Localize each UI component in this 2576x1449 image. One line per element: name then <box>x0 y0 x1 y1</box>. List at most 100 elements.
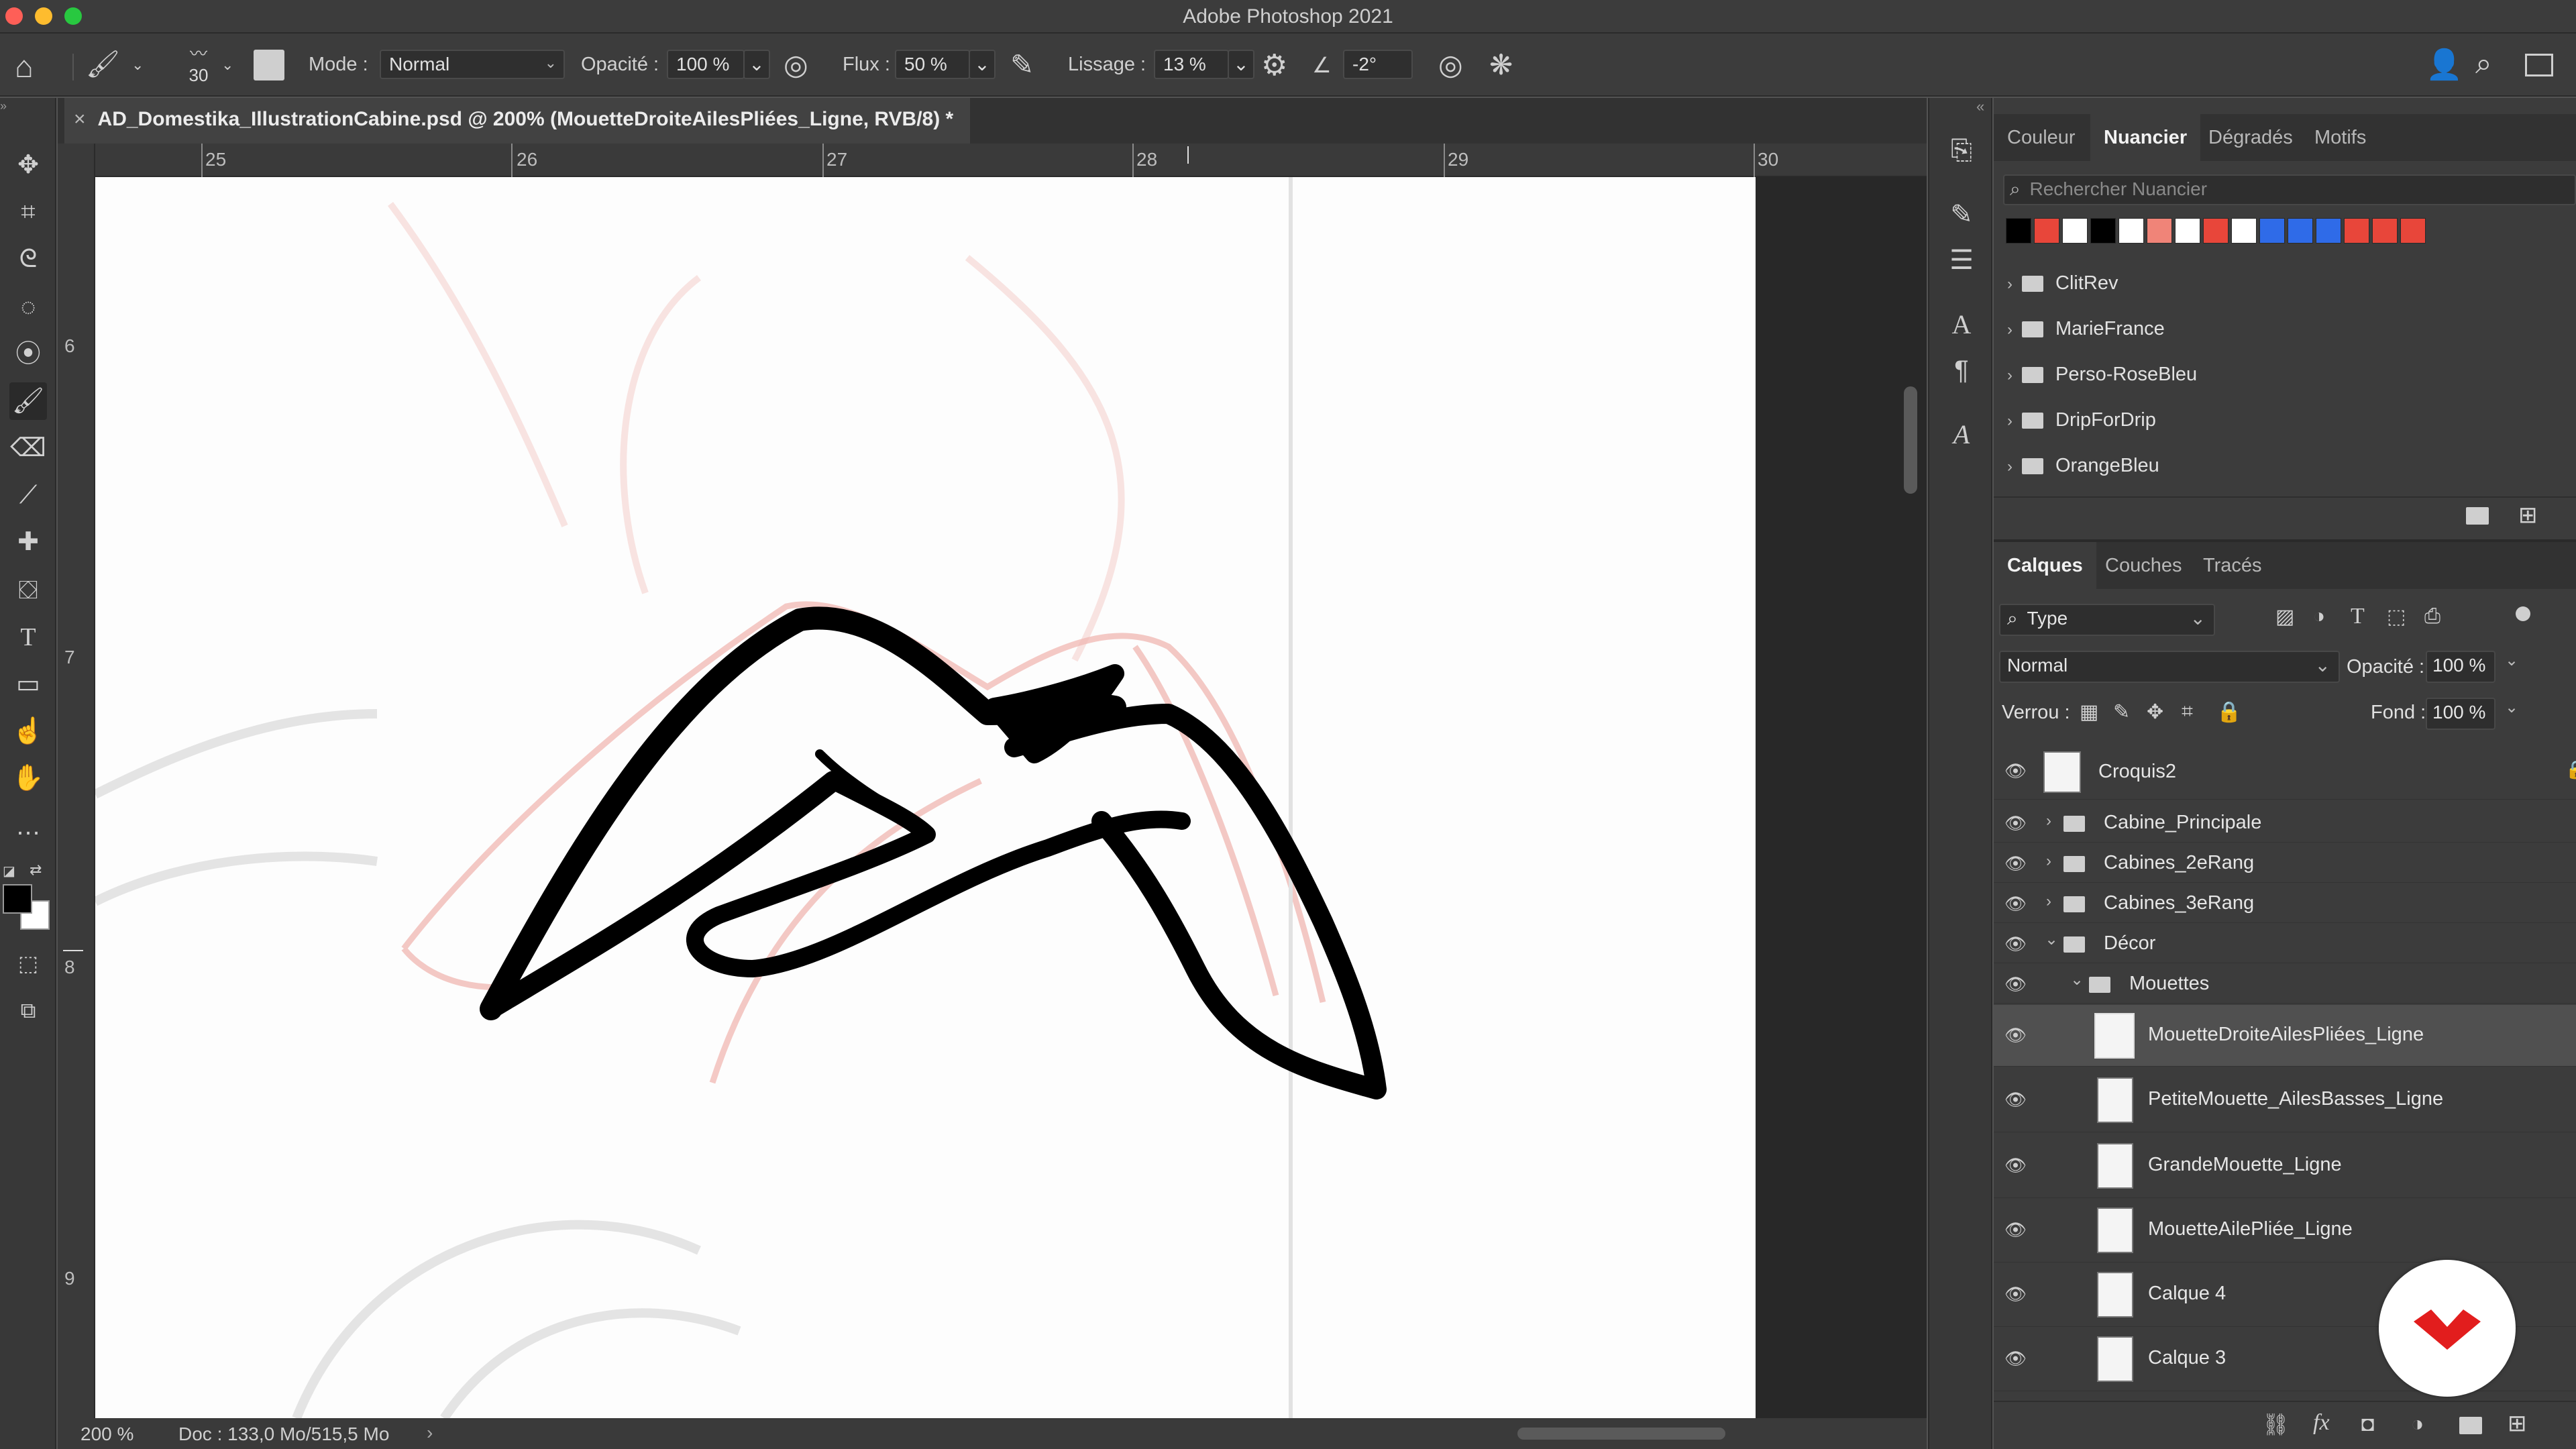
eraser-tool-icon[interactable]: ⌫ <box>9 429 47 467</box>
brush-tool-icon[interactable]: 🖌 <box>86 48 120 80</box>
glyphs-icon[interactable]: A <box>1944 417 1979 452</box>
layer-opacity-input[interactable]: 100 % <box>2426 651 2496 683</box>
filter-shape-icon[interactable]: ⬚ <box>2387 605 2406 629</box>
filter-type-icon[interactable]: T <box>2351 604 2365 629</box>
airbrush-icon[interactable]: ✎ <box>1010 48 1034 81</box>
search-icon[interactable]: ⌕ <box>2475 47 2492 80</box>
workspace-icon[interactable] <box>2525 54 2553 76</box>
swatch[interactable] <box>2034 218 2059 244</box>
chevron-right-icon[interactable]: › <box>2007 366 2012 384</box>
eye-icon[interactable]: 👁 <box>2004 1155 2027 1176</box>
layer-group-row[interactable]: 👁 › Cabines_2eRang <box>1994 844 2576 883</box>
layer-row[interactable]: 👁 Croquis2 🔒 <box>1994 745 2576 800</box>
chevron-down-icon[interactable]: ⌄ <box>131 56 144 74</box>
swatch[interactable] <box>2316 218 2341 244</box>
ruler-horizontal[interactable]: 25 26 27 28 29 30 <box>95 144 1927 177</box>
chevron-right-icon[interactable]: › <box>2046 892 2051 911</box>
layer-group-row[interactable]: 👁 ⌄ Décor <box>1994 924 2576 963</box>
chevron-down-icon[interactable]: ⌄ <box>2505 651 2518 670</box>
share-user-icon[interactable]: 👤 <box>2426 47 2463 82</box>
link-layers-icon[interactable]: ⛓ <box>2262 1411 2290 1437</box>
elliptical-marquee-icon[interactable]: ◌ <box>9 288 47 326</box>
lock-pixels-icon[interactable]: ✎ <box>2113 700 2130 724</box>
symmetry-icon[interactable]: ❋ <box>1489 48 1513 81</box>
filter-smart-object-icon[interactable]: ⎙ <box>2424 605 2440 628</box>
layer-row[interactable]: 👁 PetiteMouette_AilesBasses_Ligne <box>1994 1068 2576 1132</box>
lock-transparent-icon[interactable]: ▦ <box>2080 700 2098 724</box>
swatch[interactable] <box>2062 218 2088 244</box>
swatch[interactable] <box>2006 218 2031 244</box>
swatch-group[interactable]: › MarieFrance <box>1994 306 2576 352</box>
type-tool-icon[interactable]: T <box>9 619 47 656</box>
brush-settings-panel-icon[interactable] <box>254 50 284 80</box>
move-tool-icon[interactable]: ✥ <box>9 146 47 184</box>
flow-input[interactable]: 50 % <box>895 50 970 79</box>
filter-toggle[interactable] <box>2516 606 2530 621</box>
new-group-folder-icon[interactable] <box>2466 507 2489 525</box>
document-size-info[interactable]: Doc : 133,0 Mo/515,5 Mo <box>178 1424 389 1445</box>
brush-settings-icon[interactable]: ✎ <box>1944 197 1979 232</box>
layer-row-selected[interactable]: 👁 MouetteDroiteAilesPliées_Ligne <box>1994 1005 2576 1067</box>
tab-calques[interactable]: Calques <box>1994 542 2096 589</box>
chevron-right-icon[interactable]: › <box>2046 852 2051 871</box>
lock-all-icon[interactable]: 🔒 <box>2216 700 2241 724</box>
blend-mode-dropdown[interactable]: Normal ⌄ <box>1999 651 2340 683</box>
smudge-tool-icon[interactable]: ☝ <box>9 712 47 750</box>
layer-row[interactable]: 👁 GrandeMouette_Ligne <box>1994 1134 2576 1198</box>
pressure-opacity-icon[interactable]: ◎ <box>784 48 808 81</box>
ruler-vertical[interactable]: 6 7 8 9 <box>58 144 95 1418</box>
tab-couches[interactable]: Couches <box>2092 542 2195 589</box>
foreground-color-swatch[interactable] <box>3 884 32 914</box>
more-tools-icon[interactable]: … <box>9 808 47 845</box>
angle-input[interactable]: -2° <box>1343 50 1413 79</box>
chevron-right-icon[interactable]: › <box>2046 812 2051 830</box>
layer-filter-dropdown[interactable]: ⌕ Type ⌄ <box>1999 604 2215 636</box>
eye-icon[interactable]: 👁 <box>2004 894 2027 914</box>
eye-icon[interactable]: 👁 <box>2004 853 2027 874</box>
chevron-down-icon[interactable]: ⌄ <box>2045 930 2058 949</box>
chevron-down-icon[interactable]: ⌄ <box>2070 970 2084 989</box>
opacity-input[interactable]: 100 % <box>667 50 745 79</box>
swatch[interactable] <box>2288 218 2313 244</box>
document-tab[interactable]: × AD_Domestika_IllustrationCabine.psd @ 2… <box>64 98 970 144</box>
layer-group-row[interactable]: 👁 ⌄ Mouettes <box>1994 965 2576 1004</box>
chevron-right-icon[interactable]: › <box>2007 458 2012 476</box>
chevron-down-icon[interactable]: ⌄ <box>221 56 233 74</box>
paragraph-icon[interactable]: ¶ <box>1944 353 1979 388</box>
zoom-level[interactable]: 200 % <box>80 1424 133 1445</box>
screen-mode-icon[interactable]: ⧉ <box>9 991 47 1029</box>
lasso-tool-icon[interactable]: ᘓ <box>9 240 47 278</box>
layer-style-fx-icon[interactable]: fx <box>2313 1410 2330 1436</box>
adjustment-layer-icon[interactable]: ◑ <box>2411 1411 2424 1436</box>
eye-icon[interactable]: 👁 <box>2004 813 2027 834</box>
brush-preset-picker[interactable]: 〰 30 <box>180 40 217 86</box>
swatch[interactable] <box>2118 218 2144 244</box>
adjustments-icon[interactable]: ☰ <box>1944 243 1979 278</box>
swatches-search[interactable]: ⌕ Rechercher Nuancier <box>2003 174 2576 205</box>
pressure-size-icon[interactable]: ◎ <box>1438 48 1463 81</box>
swatch[interactable] <box>2147 218 2172 244</box>
lock-position-icon[interactable]: ✥ <box>2147 700 2163 724</box>
new-swatch-icon[interactable]: ⊞ <box>2518 502 2538 529</box>
swatch[interactable] <box>2259 218 2285 244</box>
layer-group-row[interactable]: 👁 › Cabines_3eRang <box>1994 884 2576 923</box>
close-tab-icon[interactable]: × <box>74 108 86 130</box>
tab-couleur[interactable]: Couleur <box>1994 114 2089 161</box>
smoothing-input[interactable]: 13 % <box>1154 50 1229 79</box>
tab-nuancier[interactable]: Nuancier <box>2090 114 2201 161</box>
layer-row[interactable]: 👁 MouetteAilePliée_Ligne <box>1994 1198 2576 1263</box>
tab-motifs[interactable]: Motifs <box>2301 114 2379 161</box>
fill-input[interactable]: 100 % <box>2426 698 2496 730</box>
swatch[interactable] <box>2175 218 2200 244</box>
lock-artboard-icon[interactable]: ⌗ <box>2182 700 2193 723</box>
eye-icon[interactable]: 👁 <box>2004 1089 2027 1110</box>
swatch-group[interactable]: › OrangeBleu <box>1994 443 2576 488</box>
tab-traces[interactable]: Tracés <box>2190 542 2275 589</box>
chevron-right-icon[interactable]: › <box>2007 321 2012 339</box>
eye-icon[interactable]: 👁 <box>2004 1348 2027 1369</box>
home-icon[interactable]: ⌂ <box>15 48 34 85</box>
default-colors-icon[interactable]: ◪ <box>3 863 15 879</box>
vertical-scrollbar[interactable] <box>1904 386 1917 494</box>
crop-tool-icon[interactable]: ⌗ <box>9 193 47 231</box>
gear-icon[interactable]: ⚙ <box>1261 48 1287 83</box>
